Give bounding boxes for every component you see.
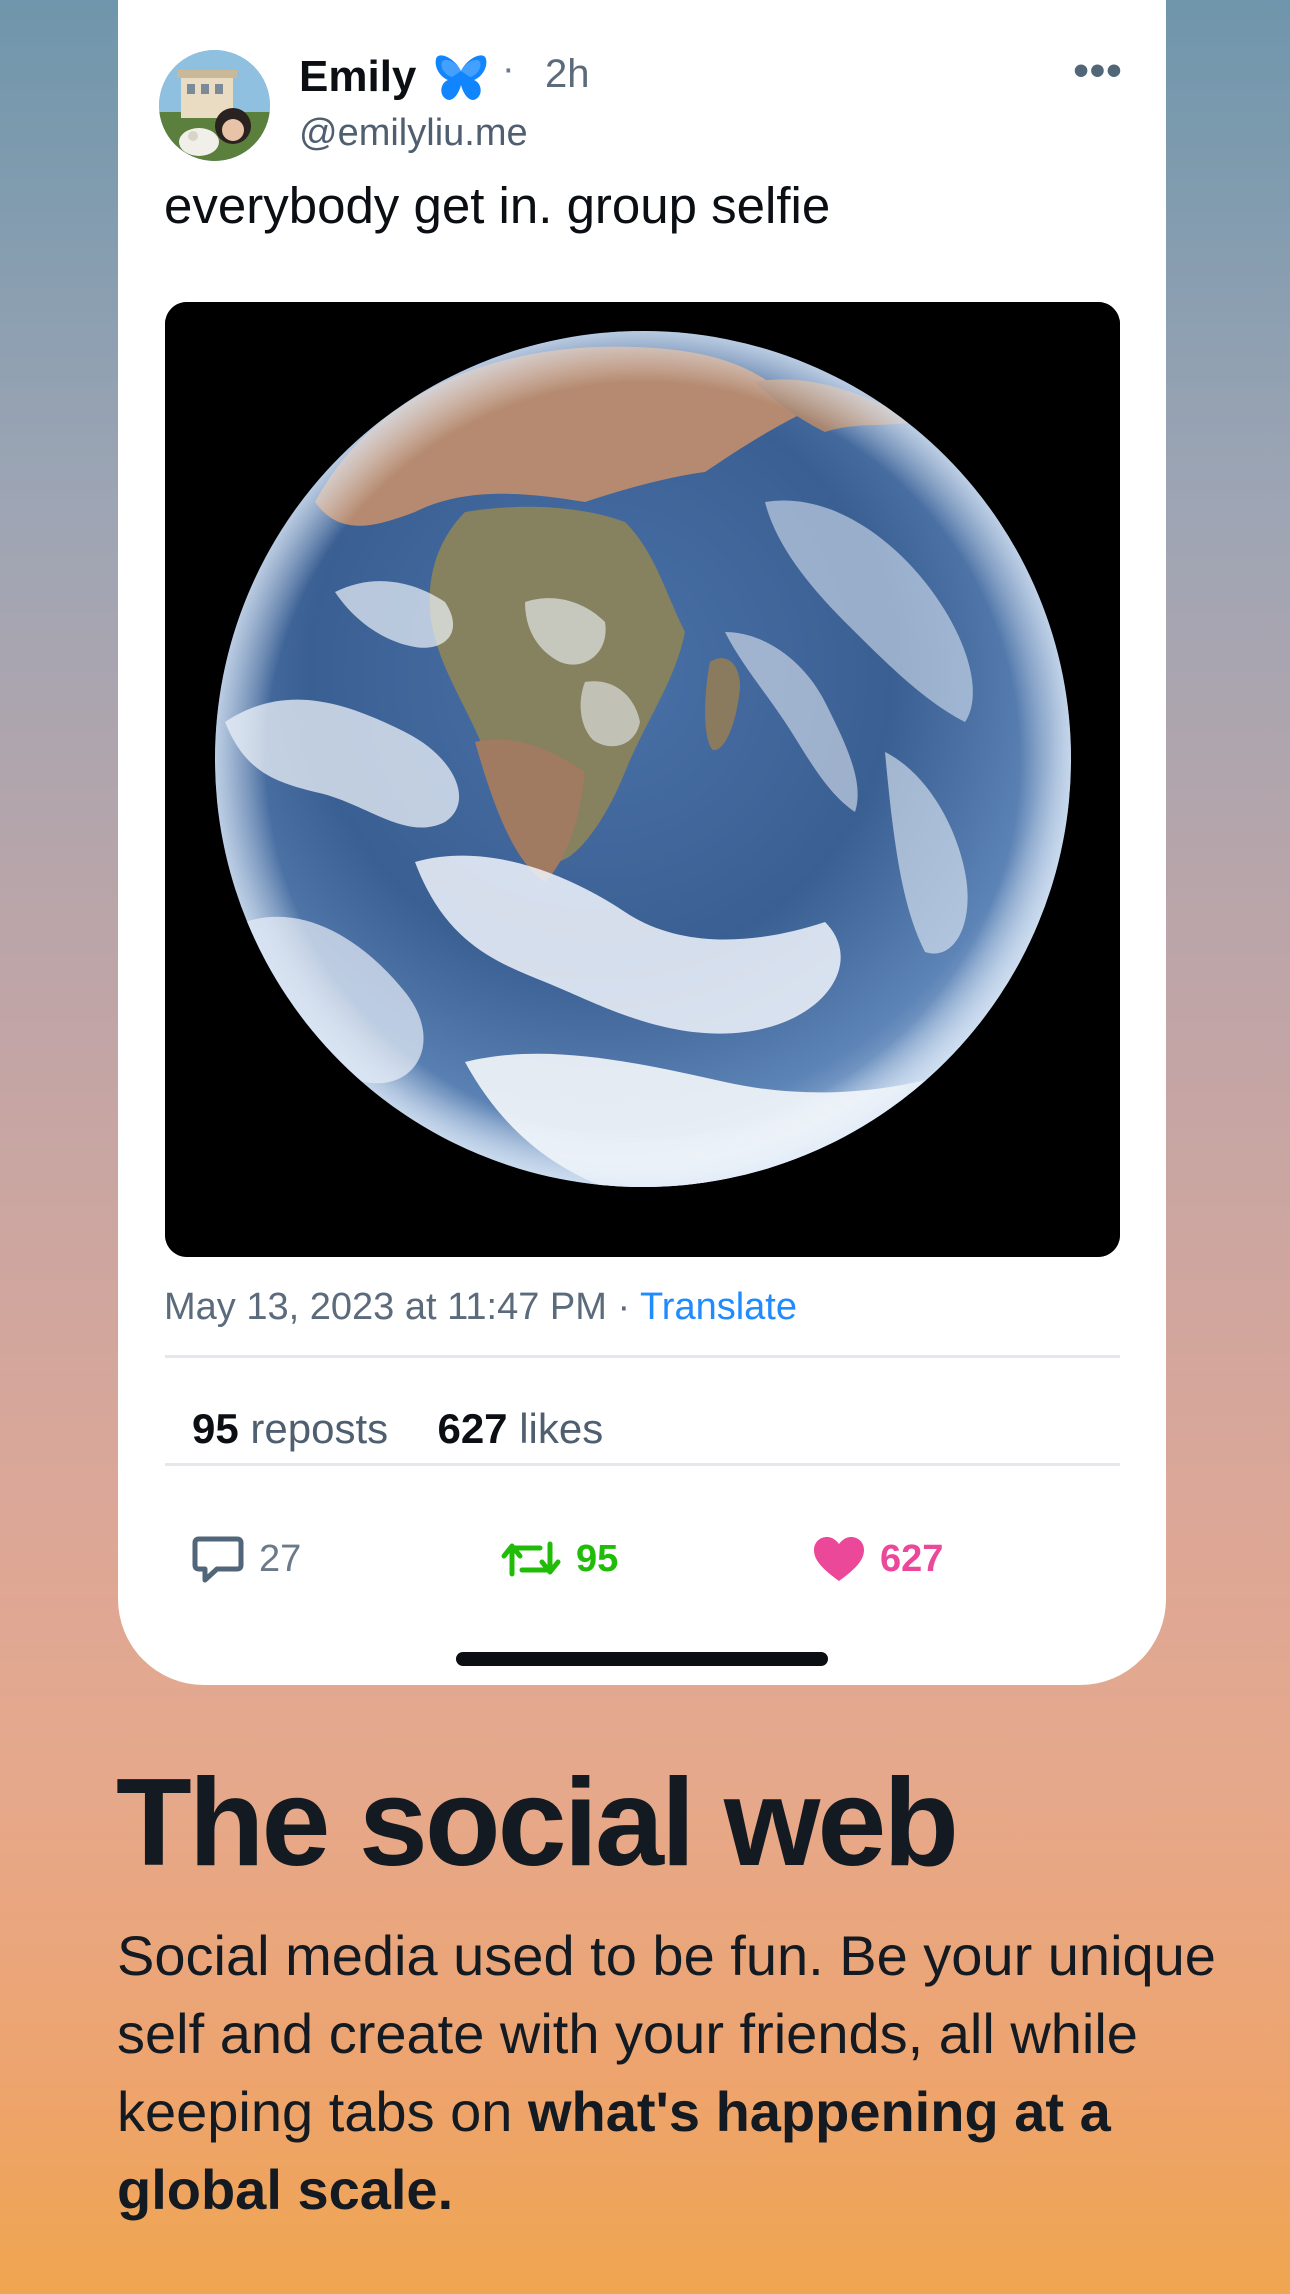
heart-icon	[814, 1537, 864, 1581]
reply-button[interactable]: 27	[191, 1533, 301, 1585]
phone-screen: Emily · 2h @emilyliu.me ••• everybody ge…	[118, 0, 1166, 1685]
post-image[interactable]	[165, 302, 1120, 1257]
butterfly-icon	[435, 55, 487, 100]
likes-count: 627	[437, 1405, 508, 1452]
author-handle[interactable]: @emilyliu.me	[299, 112, 528, 155]
reply-count: 27	[259, 1537, 302, 1580]
reposts-count: 95	[192, 1405, 239, 1452]
like-button[interactable]: 627	[812, 1533, 943, 1585]
author-name[interactable]: Emily	[299, 52, 416, 102]
likes-label: likes	[519, 1405, 604, 1452]
post-timestamp-row: May 13, 2023 at 11:47 PM · Translate	[164, 1286, 797, 1329]
repost-count: 95	[576, 1537, 619, 1580]
reply-icon	[192, 1536, 244, 1583]
divider	[165, 1463, 1120, 1466]
earth-photo	[165, 302, 1120, 1257]
post-text: everybody get in. group selfie	[164, 177, 831, 234]
marketing-body: Social media used to be fun. Be your uni…	[117, 1917, 1247, 2229]
divider	[165, 1355, 1120, 1358]
repost-button[interactable]: 95	[500, 1533, 618, 1585]
translate-link[interactable]: Translate	[640, 1286, 797, 1328]
like-count: 627	[880, 1537, 944, 1580]
avatar[interactable]	[159, 50, 270, 161]
engagement-stats: 95 reposts 627 likes	[192, 1405, 603, 1453]
reposts-label: reposts	[250, 1405, 389, 1452]
home-indicator	[456, 1652, 828, 1666]
repost-icon	[501, 1541, 561, 1577]
more-options-icon[interactable]: •••	[1066, 49, 1130, 102]
marketing-headline: The social web	[116, 1754, 959, 1892]
likes-stat[interactable]: 627 likes	[437, 1405, 603, 1452]
avatar-photo	[159, 50, 270, 161]
reposts-stat[interactable]: 95 reposts	[192, 1405, 388, 1452]
post-time: 2h	[545, 52, 590, 96]
meta-separator: ·	[617, 1286, 631, 1328]
post-timestamp: May 13, 2023 at 11:47 PM	[164, 1286, 607, 1328]
time-separator: ·	[502, 48, 515, 90]
